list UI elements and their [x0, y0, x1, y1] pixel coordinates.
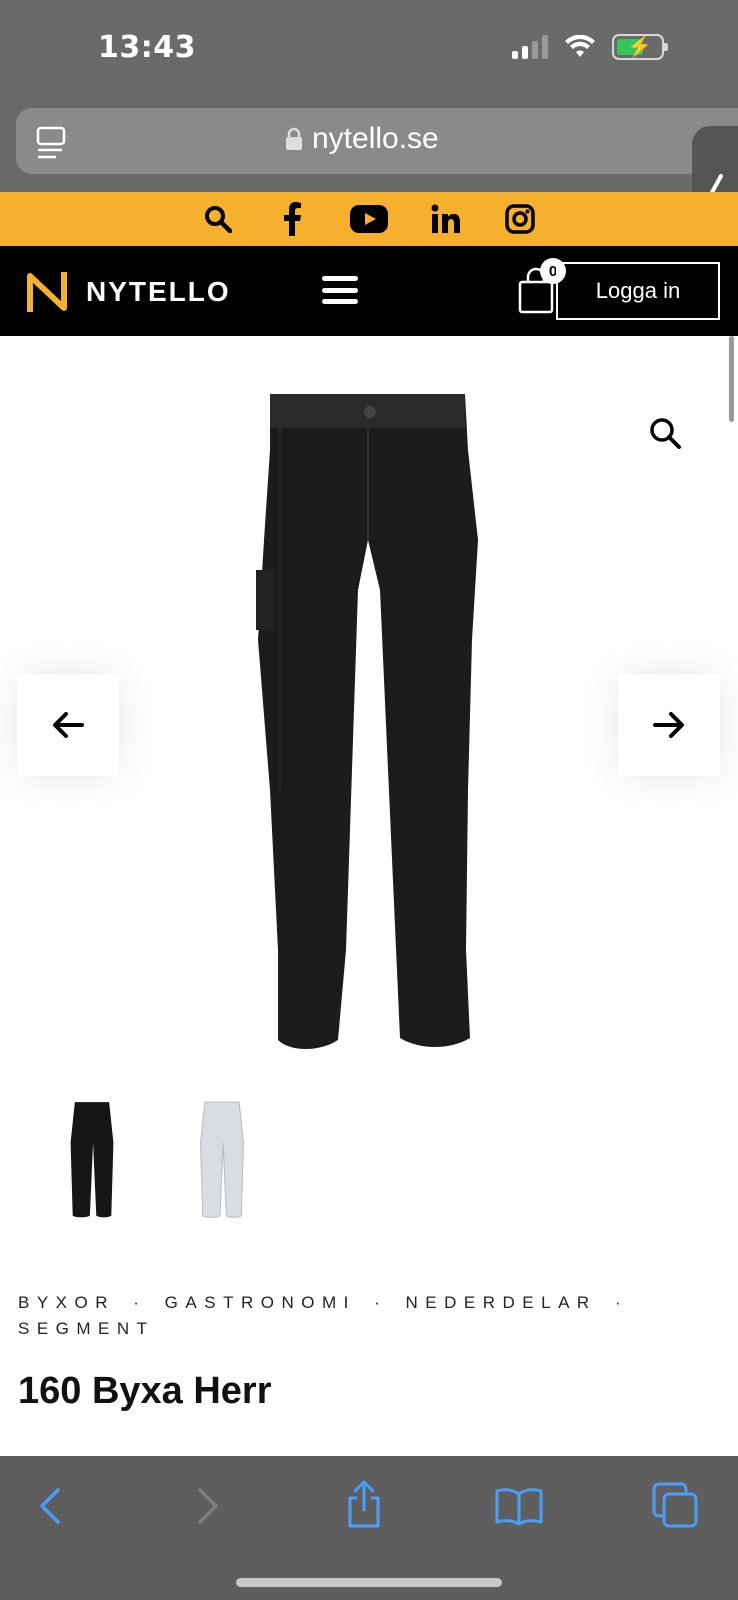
bookmarks-icon[interactable] — [494, 1486, 544, 1526]
arrow-left-icon — [53, 712, 84, 738]
social-strip — [0, 192, 738, 246]
battery-charging-icon: ⚡ — [612, 34, 668, 60]
next-image-button[interactable] — [618, 674, 720, 776]
thumbnail-white-trousers[interactable] — [182, 1100, 262, 1220]
wifi-icon — [565, 35, 595, 57]
previous-image-button[interactable] — [17, 674, 119, 776]
site-logo[interactable]: NYTELLO — [24, 268, 231, 316]
product-thumbnails — [0, 1100, 738, 1230]
browser-chrome: 13:43 ⚡ nytello.se — [0, 0, 738, 192]
status-icons: ⚡ — [512, 34, 668, 60]
lock-icon — [286, 127, 302, 150]
site-nav: NYTELLO 0 Logga in — [0, 246, 738, 336]
zoom-icon[interactable] — [648, 416, 682, 450]
facebook-icon[interactable] — [275, 202, 309, 236]
login-button[interactable]: Logga in — [556, 262, 720, 320]
back-icon[interactable] — [36, 1486, 62, 1526]
url-display[interactable]: nytello.se — [286, 122, 439, 156]
home-indicator — [236, 1578, 502, 1587]
instagram-icon[interactable] — [503, 202, 537, 236]
category-link[interactable]: NEDERDELAR — [405, 1293, 596, 1312]
share-icon[interactable] — [344, 1480, 384, 1530]
arrow-right-icon — [653, 712, 684, 738]
category-link[interactable]: BYXOR — [18, 1293, 115, 1312]
product-gallery — [0, 336, 738, 1066]
cellular-signal-icon — [512, 35, 548, 59]
logo-text: NYTELLO — [86, 276, 231, 307]
thumbnail-black-trousers[interactable] — [52, 1100, 132, 1220]
tabs-overview-icon[interactable] — [652, 1482, 698, 1528]
product-categories: BYXOR · GASTRONOMI · NEDERDELAR · SEGMEN… — [18, 1290, 718, 1342]
search-icon[interactable] — [201, 202, 235, 236]
nytello-logo-icon — [27, 272, 67, 312]
menu-icon[interactable] — [322, 276, 358, 304]
product-title: 160 Byxa Herr — [18, 1370, 272, 1412]
youtube-icon[interactable] — [349, 202, 389, 236]
browser-toolbar — [0, 1456, 738, 1600]
forward-icon[interactable] — [196, 1486, 222, 1526]
category-separator: · — [133, 1293, 147, 1312]
address-bar[interactable]: nytello.se — [16, 108, 738, 174]
product-image-black-trousers — [256, 394, 478, 1049]
tabs-icon[interactable] — [36, 126, 66, 160]
page-scroll-indicator — [729, 336, 734, 422]
url-text: nytello.se — [312, 122, 439, 155]
linkedin-icon[interactable] — [429, 202, 463, 236]
category-link[interactable]: SEGMENT — [18, 1319, 155, 1338]
category-separator: · — [374, 1293, 388, 1312]
status-time: 13:43 — [98, 30, 196, 65]
category-link[interactable]: GASTRONOMI — [165, 1293, 356, 1312]
category-separator: · — [614, 1293, 629, 1312]
